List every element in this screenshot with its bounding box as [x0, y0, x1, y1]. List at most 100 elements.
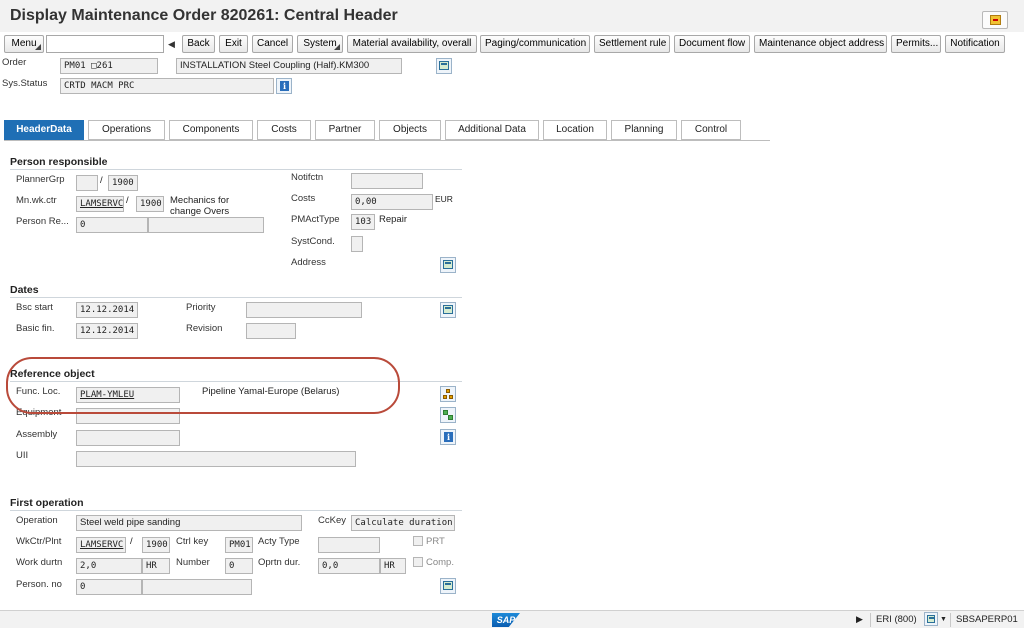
slash-separator: /	[130, 536, 133, 547]
mn-wk-ctr-text-line2: change Overs	[170, 206, 230, 217]
long-text-icon	[439, 61, 449, 70]
window-title: Display Maintenance Order 820261: Centra…	[10, 7, 398, 24]
priority-field	[246, 302, 362, 318]
op-wkctr-value: LAMSERVC	[80, 540, 124, 550]
system-info[interactable]: ERI (800)	[876, 614, 917, 625]
oprtn-dur-label: Oprtn dur.	[258, 557, 301, 568]
material-availability-button[interactable]: Material availability, overall	[347, 35, 477, 53]
annotation-highlight-ellipse	[6, 357, 400, 414]
basic-fin-label: Basic fin.	[16, 323, 55, 334]
mn-wk-ctr-plant-field: 1900	[136, 196, 164, 212]
tab-objects[interactable]: Objects	[379, 120, 441, 140]
cancel-button[interactable]: Cancel	[252, 35, 293, 53]
pmacttype-field: 103	[351, 214, 375, 230]
assembly-field	[76, 430, 180, 446]
work-unit-field: HR	[142, 558, 170, 574]
uii-label: UII	[16, 450, 29, 461]
system-info-dropdown-icon[interactable]: ▼	[940, 616, 947, 623]
work-durtn-label: Work durtn	[16, 557, 63, 568]
bsc-start-label: Bsc start	[16, 302, 53, 313]
cckey-field: Calculate duration	[351, 515, 455, 531]
currency-label: EUR	[435, 194, 453, 204]
acty-type-field	[318, 537, 380, 553]
systcond-field	[351, 236, 363, 252]
person-resp-label: Person Re...	[16, 216, 69, 227]
mn-wk-ctr-value: LAMSERVC	[80, 199, 124, 209]
long-text-button[interactable]	[436, 58, 452, 74]
status-bar: SAP ▶ ERI (800) ▼ SBSAPERP01	[0, 610, 1024, 628]
comp-checkbox[interactable]	[413, 557, 423, 567]
equipment-list-button[interactable]	[440, 407, 456, 423]
operation-detail-button[interactable]	[440, 578, 456, 594]
customize-layout-icon	[990, 15, 1001, 25]
tab-planning[interactable]: Planning	[611, 120, 677, 140]
tab-headerdata[interactable]: HeaderData	[4, 120, 84, 140]
dates-title: Dates	[10, 284, 39, 296]
person-responsible-title: Person responsible	[10, 156, 108, 168]
planner-plant-field: 1900	[108, 175, 138, 191]
tab-components[interactable]: Components	[169, 120, 253, 140]
object-info-button[interactable]: i	[440, 429, 456, 445]
menu-button[interactable]: Menu	[4, 35, 44, 53]
order-number-field: PM01 □261	[60, 58, 158, 74]
pmacttype-text: Repair	[379, 214, 407, 225]
settlement-rule-button[interactable]: Settlement rule	[594, 35, 670, 53]
mn-wk-ctr-field: LAMSERVC	[76, 196, 124, 212]
tab-costs[interactable]: Costs	[257, 120, 311, 140]
status-info-button[interactable]: i	[276, 78, 292, 94]
order-number-value: □261	[91, 61, 113, 71]
notification-button[interactable]: Notification	[945, 35, 1005, 53]
customize-layout-button[interactable]	[982, 11, 1008, 29]
tab-location[interactable]: Location	[543, 120, 607, 140]
paging-communication-button[interactable]: Paging/communication	[480, 35, 590, 53]
comp-label: Comp.	[426, 557, 454, 568]
toolbar: Menu ◀ Back Exit Cancel System Material …	[0, 33, 1024, 55]
title-bar: Display Maintenance Order 820261: Centra…	[0, 0, 1024, 32]
oprtn-dur-field: 0,0	[318, 558, 380, 574]
maintenance-object-address-button[interactable]: Maintenance object address	[754, 35, 887, 53]
op-wkctr-field: LAMSERVC	[76, 537, 126, 553]
prt-checkbox[interactable]	[413, 536, 423, 546]
notifctn-field	[351, 173, 423, 189]
mn-wk-ctr-text-line1: Mechanics for	[170, 195, 230, 206]
assembly-label: Assembly	[16, 429, 58, 440]
prt-label: PRT	[426, 536, 445, 547]
tab-control[interactable]: Control	[681, 120, 741, 140]
info-icon: i	[444, 432, 453, 442]
ctrl-key-label: Ctrl key	[176, 536, 209, 547]
number-field: 0	[225, 558, 253, 574]
order-description-field: INSTALLATION Steel Coupling (Half).KM300	[176, 58, 402, 74]
command-history-arrow-icon[interactable]: ◀	[168, 39, 175, 50]
address-button[interactable]	[440, 257, 456, 273]
basic-fin-field: 12.12.2014	[76, 323, 138, 339]
tab-additional-data[interactable]: Additional Data	[445, 120, 539, 140]
scheduling-icon	[443, 305, 453, 314]
back-button[interactable]: Back	[182, 35, 215, 53]
systcond-label: SystCond.	[291, 236, 335, 247]
person-resp-name-field	[148, 217, 264, 233]
system-button[interactable]: System	[297, 35, 343, 53]
person-no-name-field	[142, 579, 252, 595]
planner-grp-field	[76, 175, 98, 191]
sap-logo: SAP	[492, 613, 520, 627]
notifctn-label: Notifctn	[291, 172, 324, 183]
exit-button[interactable]: Exit	[219, 35, 248, 53]
command-field[interactable]	[46, 35, 164, 53]
scheduling-button[interactable]	[440, 302, 456, 318]
tab-operations[interactable]: Operations	[88, 120, 165, 140]
sys-status-field: CRTD MACM PRC	[60, 78, 274, 94]
operation-label: Operation	[16, 515, 58, 526]
structure-display-button[interactable]	[440, 386, 456, 402]
revision-label: Revision	[186, 323, 223, 334]
number-label: Number	[176, 557, 210, 568]
system-info-list-icon[interactable]	[924, 612, 938, 626]
order-label: Order	[2, 57, 27, 68]
status-expand-arrow-icon[interactable]: ▶	[856, 614, 863, 625]
hierarchy-icon	[443, 389, 454, 400]
tab-partner[interactable]: Partner	[315, 120, 375, 140]
document-flow-button[interactable]: Document flow	[674, 35, 750, 53]
sys-status-label: Sys.Status	[2, 78, 48, 89]
permits-button[interactable]: Permits...	[891, 35, 941, 53]
operation-text-field: Steel weld pipe sanding	[76, 515, 302, 531]
oprtn-unit-field: HR	[380, 558, 406, 574]
